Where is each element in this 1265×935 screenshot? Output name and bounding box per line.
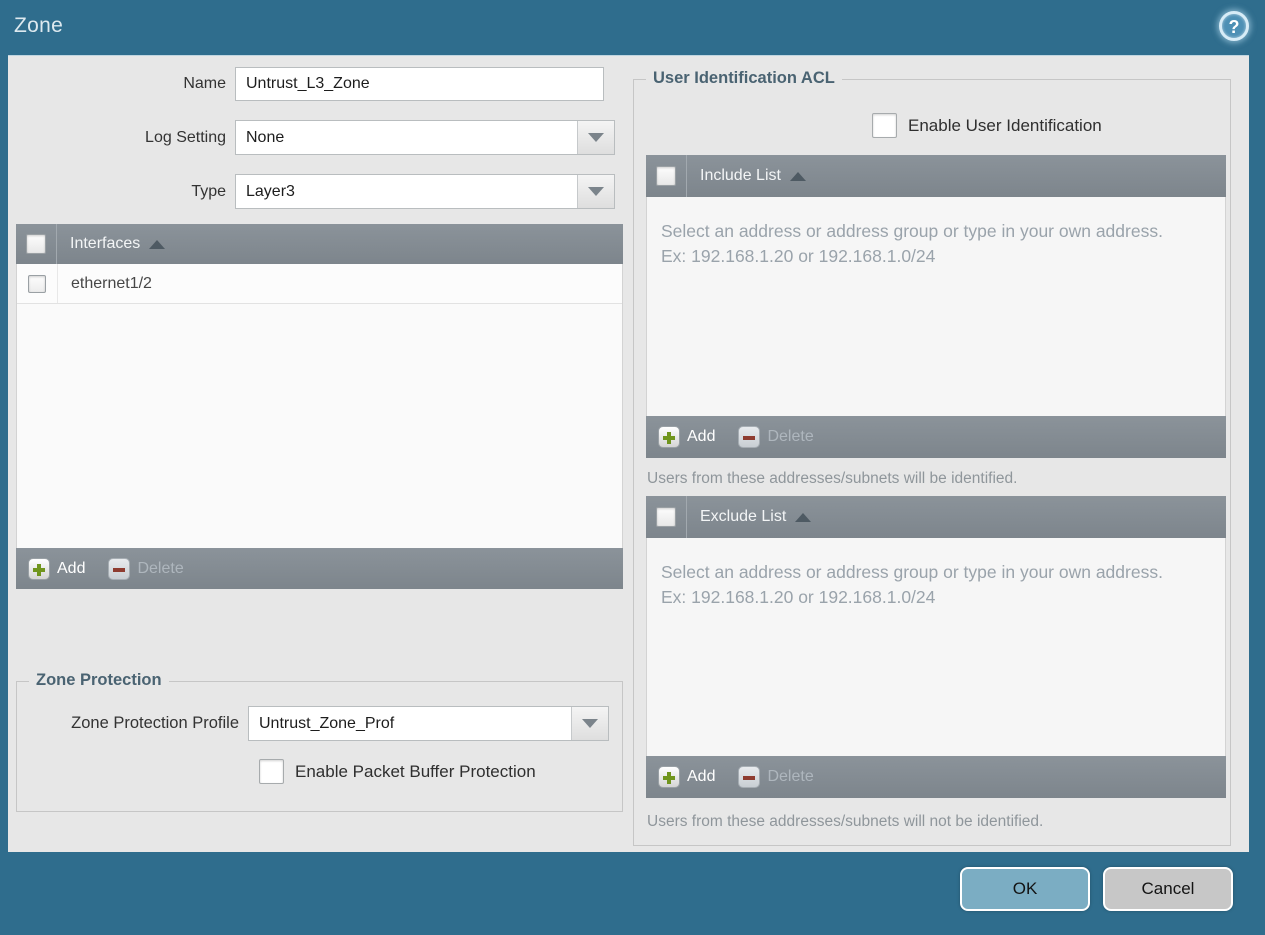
enable-user-identification-row: Enable User Identification bbox=[872, 113, 1102, 138]
zone-protection-legend: Zone Protection bbox=[29, 671, 169, 690]
zone-protection-profile-row: Zone Protection Profile Untrust_Zone_Pro… bbox=[17, 706, 609, 741]
ok-button[interactable]: OK bbox=[960, 867, 1090, 911]
name-field-row: Name bbox=[8, 67, 604, 101]
delete-button-label: Delete bbox=[137, 559, 184, 577]
log-setting-value: None bbox=[246, 129, 285, 146]
log-setting-label: Log Setting bbox=[145, 128, 226, 146]
enable-user-identification-label: Enable User Identification bbox=[908, 115, 1102, 135]
include-list-helper-text: Users from these addresses/subnets will … bbox=[647, 470, 1018, 487]
zone-protection-section: Zone Protection Zone Protection Profile … bbox=[16, 671, 623, 812]
type-field-row: Type Layer3 bbox=[8, 174, 615, 209]
interfaces-panel: Interfaces ethernet1/2 Add Delete bbox=[16, 224, 623, 589]
help-icon[interactable] bbox=[1219, 11, 1249, 41]
exclude-list-panel: Exclude List Select an address or addres… bbox=[646, 496, 1226, 798]
add-interface-button[interactable]: Add bbox=[28, 557, 86, 580]
dialog-titlebar: Zone bbox=[0, 0, 1265, 55]
include-list-body[interactable]: Select an address or address group or ty… bbox=[646, 197, 1226, 416]
enable-user-identification-checkbox[interactable] bbox=[872, 113, 897, 138]
zone-protection-profile-label: Zone Protection Profile bbox=[71, 714, 239, 732]
user-identification-acl-section: User Identification ACL Enable User Iden… bbox=[633, 69, 1231, 846]
cancel-button[interactable]: Cancel bbox=[1103, 867, 1233, 911]
row-checkbox-cell bbox=[17, 264, 58, 303]
include-list-header: Include List bbox=[646, 155, 1226, 197]
type-select[interactable]: Layer3 bbox=[235, 174, 615, 209]
exclude-add-label: Add bbox=[687, 768, 716, 785]
dialog-title: Zone bbox=[14, 14, 64, 37]
chevron-down-icon bbox=[582, 719, 598, 728]
chevron-down-icon bbox=[588, 187, 604, 196]
exclude-select-all-cell bbox=[646, 496, 687, 538]
type-value: Layer3 bbox=[246, 183, 295, 200]
include-list-footer: Add Delete bbox=[646, 416, 1226, 458]
zone-dialog-screen: Zone Name Log Setting None Type Layer3 bbox=[0, 0, 1265, 935]
sort-asc-icon[interactable] bbox=[795, 512, 812, 522]
include-delete-label: Delete bbox=[767, 428, 814, 445]
exclude-list-select-all-checkbox[interactable] bbox=[656, 507, 676, 527]
user-identification-acl-legend: User Identification ACL bbox=[646, 69, 842, 88]
include-list-select-all-checkbox[interactable] bbox=[656, 166, 676, 186]
add-button-label: Add bbox=[57, 559, 86, 577]
interfaces-header: Interfaces bbox=[16, 224, 623, 264]
exclude-list-footer: Add Delete bbox=[646, 756, 1226, 798]
sort-asc-icon[interactable] bbox=[789, 171, 806, 181]
interfaces-footer: Add Delete bbox=[16, 548, 623, 589]
sort-asc-icon[interactable] bbox=[149, 239, 166, 249]
exclude-list-placeholder: Select an address or address group or ty… bbox=[661, 562, 1163, 608]
delete-icon bbox=[738, 766, 761, 788]
table-row[interactable]: ethernet1/2 bbox=[17, 264, 622, 304]
zone-protection-profile-dropdown-button[interactable] bbox=[571, 707, 608, 740]
exclude-add-button[interactable]: Add bbox=[658, 766, 715, 788]
zone-dialog-body: Name Log Setting None Type Layer3 bbox=[8, 55, 1249, 852]
delete-icon bbox=[108, 557, 131, 580]
interfaces-body: ethernet1/2 bbox=[16, 264, 623, 548]
include-list-panel: Include List Select an address or addres… bbox=[646, 155, 1226, 458]
name-label: Name bbox=[183, 75, 226, 92]
zone-protection-profile-select[interactable]: Untrust_Zone_Prof bbox=[248, 706, 609, 741]
zone-protection-profile-value: Untrust_Zone_Prof bbox=[259, 715, 395, 732]
interfaces-select-all-checkbox[interactable] bbox=[26, 234, 46, 254]
enable-packet-buffer-protection-checkbox[interactable] bbox=[259, 759, 284, 784]
include-add-button[interactable]: Add bbox=[658, 426, 715, 448]
exclude-list-header: Exclude List bbox=[646, 496, 1226, 538]
include-select-all-cell bbox=[646, 155, 687, 197]
exclude-delete-label: Delete bbox=[767, 768, 814, 785]
interfaces-select-all-cell bbox=[16, 224, 57, 264]
type-label: Type bbox=[191, 182, 226, 200]
chevron-down-icon bbox=[588, 133, 604, 142]
packet-buffer-protection-row: Enable Packet Buffer Protection bbox=[259, 759, 536, 784]
zone-name-input[interactable] bbox=[235, 67, 604, 101]
exclude-list-helper-text: Users from these addresses/subnets will … bbox=[647, 813, 1044, 830]
add-icon bbox=[658, 426, 680, 448]
interface-name: ethernet1/2 bbox=[71, 274, 152, 292]
packet-buffer-protection-label: Enable Packet Buffer Protection bbox=[295, 761, 536, 781]
include-list-header-label: Include List bbox=[700, 167, 781, 184]
exclude-list-header-label: Exclude List bbox=[700, 508, 787, 525]
interface-row-checkbox[interactable] bbox=[28, 274, 46, 293]
interfaces-header-label: Interfaces bbox=[70, 235, 141, 252]
log-setting-select[interactable]: None bbox=[235, 120, 615, 155]
log-setting-field-row: Log Setting None bbox=[8, 120, 615, 155]
exclude-list-body[interactable]: Select an address or address group or ty… bbox=[646, 538, 1226, 756]
log-setting-dropdown-button[interactable] bbox=[577, 121, 614, 154]
delete-interface-button[interactable]: Delete bbox=[108, 557, 184, 580]
type-dropdown-button[interactable] bbox=[577, 175, 614, 208]
include-delete-button[interactable]: Delete bbox=[738, 426, 814, 448]
include-list-placeholder: Select an address or address group or ty… bbox=[661, 221, 1163, 267]
add-icon bbox=[658, 766, 680, 788]
add-icon bbox=[28, 557, 50, 580]
delete-icon bbox=[738, 426, 761, 448]
include-add-label: Add bbox=[687, 428, 716, 445]
exclude-delete-button[interactable]: Delete bbox=[738, 766, 814, 788]
